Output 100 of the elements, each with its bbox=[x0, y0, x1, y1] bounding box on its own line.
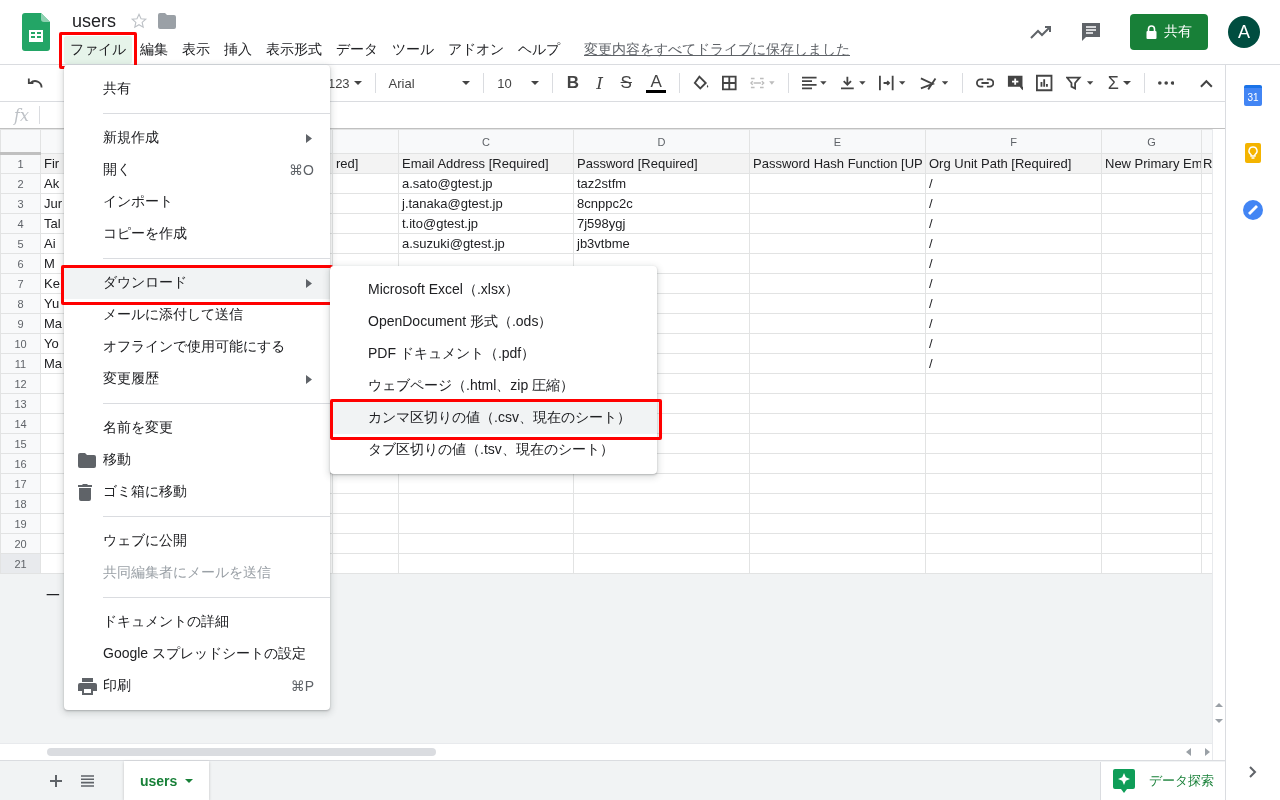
functions-button[interactable]: Σ bbox=[1107, 72, 1131, 94]
row-header[interactable]: 20 bbox=[0, 533, 41, 554]
document-title[interactable]: users bbox=[72, 10, 116, 32]
menu-item[interactable]: Google スプレッドシートの設定 bbox=[64, 638, 330, 670]
save-status-link[interactable]: 変更内容をすべてドライブに保存しました bbox=[584, 41, 850, 59]
italic-button[interactable]: I bbox=[592, 73, 607, 93]
table-cell: a.suzuki@gtest.jp bbox=[398, 233, 574, 254]
vertical-align-icon[interactable] bbox=[840, 76, 867, 90]
font-dropdown[interactable]: Arial bbox=[388, 75, 471, 91]
menu-item[interactable]: 名前を変更 bbox=[64, 412, 330, 444]
tasks-icon[interactable] bbox=[1243, 200, 1263, 220]
row-header[interactable]: 18 bbox=[0, 493, 41, 514]
menu-item[interactable]: タブ区切りの値（.tsv、現在のシート） bbox=[330, 434, 657, 466]
menu-item[interactable]: OpenDocument 形式（.ods） bbox=[330, 306, 657, 338]
menu-item[interactable]: ダウンロード bbox=[64, 267, 330, 299]
row-header[interactable]: 21 bbox=[0, 553, 41, 574]
share-button[interactable]: 共有 bbox=[1130, 14, 1208, 50]
row-header[interactable]: 19 bbox=[0, 513, 41, 534]
row-header[interactable]: 9 bbox=[0, 313, 41, 334]
paint-bucket-icon[interactable] bbox=[693, 75, 710, 91]
font-size-dropdown[interactable]: 10 bbox=[497, 75, 540, 91]
row-header[interactable]: 17 bbox=[0, 473, 41, 494]
note-text: 一 bbox=[46, 587, 60, 603]
row-header[interactable]: 16 bbox=[0, 453, 41, 474]
sheets-logo-icon[interactable] bbox=[22, 13, 50, 51]
column-header[interactable]: D bbox=[657, 135, 666, 148]
menu-item[interactable]: 移動 bbox=[64, 444, 330, 476]
menu-item[interactable]: ウェブに公開 bbox=[64, 525, 330, 557]
scroll-left-icon[interactable] bbox=[1186, 748, 1192, 756]
menu-bar-item[interactable]: ツール bbox=[386, 36, 440, 64]
folder-icon[interactable] bbox=[158, 13, 176, 29]
column-header[interactable]: E bbox=[833, 135, 842, 148]
borders-icon[interactable] bbox=[722, 75, 737, 91]
row-header[interactable]: 11 bbox=[0, 353, 41, 374]
bold-button[interactable]: B bbox=[566, 73, 580, 93]
chevron-right-icon[interactable] bbox=[1249, 766, 1257, 778]
menu-bar-item[interactable]: ヘルプ bbox=[512, 36, 566, 64]
row-header[interactable]: 12 bbox=[0, 373, 41, 394]
menu-item[interactable]: ドキュメントの詳細 bbox=[64, 606, 330, 638]
menu-bar-item[interactable]: 表示 bbox=[176, 36, 216, 64]
link-icon[interactable] bbox=[975, 78, 994, 88]
collapse-icon[interactable] bbox=[1200, 78, 1213, 88]
text-rotation-icon[interactable] bbox=[919, 75, 949, 91]
menu-item[interactable]: 新規作成 bbox=[64, 122, 330, 154]
add-sheet-icon[interactable] bbox=[50, 774, 62, 787]
text-color-button[interactable]: A bbox=[646, 73, 667, 93]
table-cell: taz2stfm bbox=[573, 173, 750, 194]
row-header[interactable]: 6 bbox=[0, 253, 41, 274]
sheet-list-icon[interactable] bbox=[81, 774, 94, 787]
sheet-tab[interactable]: users bbox=[124, 761, 210, 800]
menu-bar-item[interactable]: 表示形式 bbox=[260, 36, 328, 64]
star-icon[interactable] bbox=[130, 12, 148, 30]
column-header[interactable]: C bbox=[482, 135, 490, 148]
menu-item[interactable]: Microsoft Excel（.xlsx） bbox=[330, 274, 657, 306]
row-header[interactable]: 14 bbox=[0, 413, 41, 434]
menu-item[interactable]: PDF ドキュメント（.pdf） bbox=[330, 338, 657, 370]
menu-bar-item[interactable]: ファイル bbox=[64, 36, 132, 64]
horizontal-scrollbar-thumb[interactable] bbox=[47, 748, 436, 756]
row-header[interactable]: 1 bbox=[0, 153, 41, 174]
strikethrough-button[interactable]: S bbox=[619, 73, 634, 93]
menu-item[interactable]: 印刷 ⌘P bbox=[64, 670, 330, 702]
undo-icon[interactable] bbox=[27, 77, 44, 89]
menu-bar-item[interactable]: 挿入 bbox=[218, 36, 258, 64]
menu-item[interactable]: カンマ区切りの値（.csv、現在のシート） bbox=[330, 402, 657, 434]
align-left-icon[interactable] bbox=[802, 76, 828, 90]
table-cell: / bbox=[925, 273, 1102, 294]
menu-item[interactable]: 共有 bbox=[64, 73, 330, 105]
explore-button[interactable]: データ探索 bbox=[1100, 761, 1225, 800]
add-comment-icon[interactable] bbox=[1006, 74, 1024, 92]
row-header[interactable]: 10 bbox=[0, 333, 41, 354]
text-wrap-icon[interactable] bbox=[879, 75, 907, 91]
menu-item[interactable]: ゴミ箱に移動 bbox=[64, 476, 330, 508]
table-cell: t.ito@gtest.jp bbox=[398, 213, 574, 234]
chart-icon[interactable] bbox=[1036, 74, 1053, 92]
scroll-down-icon[interactable] bbox=[1215, 718, 1223, 724]
more-icon[interactable] bbox=[1157, 81, 1175, 85]
column-header[interactable]: G bbox=[1147, 135, 1156, 148]
menu-bar-item[interactable]: アドオン bbox=[442, 36, 510, 64]
comment-icon[interactable] bbox=[1080, 21, 1102, 43]
table-cell: / bbox=[925, 173, 1102, 194]
row-header[interactable]: 15 bbox=[0, 433, 41, 454]
menu-bar-item[interactable]: 編集 bbox=[134, 36, 174, 64]
table-cell: / bbox=[925, 293, 1102, 314]
filter-icon[interactable] bbox=[1065, 76, 1095, 90]
number-format-dropdown[interactable]: 123 bbox=[327, 75, 362, 91]
scroll-right-icon[interactable] bbox=[1204, 748, 1210, 756]
scroll-up-icon[interactable] bbox=[1215, 702, 1223, 708]
row-header[interactable]: 5 bbox=[0, 233, 41, 254]
row-header[interactable]: 2 bbox=[0, 173, 41, 194]
calendar-icon[interactable]: 31 bbox=[1244, 85, 1262, 106]
row-header[interactable]: 8 bbox=[0, 293, 41, 314]
row-header[interactable]: 7 bbox=[0, 273, 41, 294]
avatar[interactable]: A bbox=[1228, 16, 1260, 48]
trend-line-icon[interactable] bbox=[1030, 25, 1052, 39]
row-header[interactable]: 13 bbox=[0, 393, 41, 414]
menu-item[interactable]: ウェブページ（.html、zip 圧縮） bbox=[330, 370, 657, 402]
row-header[interactable]: 3 bbox=[0, 193, 41, 214]
column-header[interactable]: F bbox=[1010, 135, 1017, 148]
row-header[interactable]: 4 bbox=[0, 213, 41, 234]
menu-bar-item[interactable]: データ bbox=[330, 36, 384, 64]
